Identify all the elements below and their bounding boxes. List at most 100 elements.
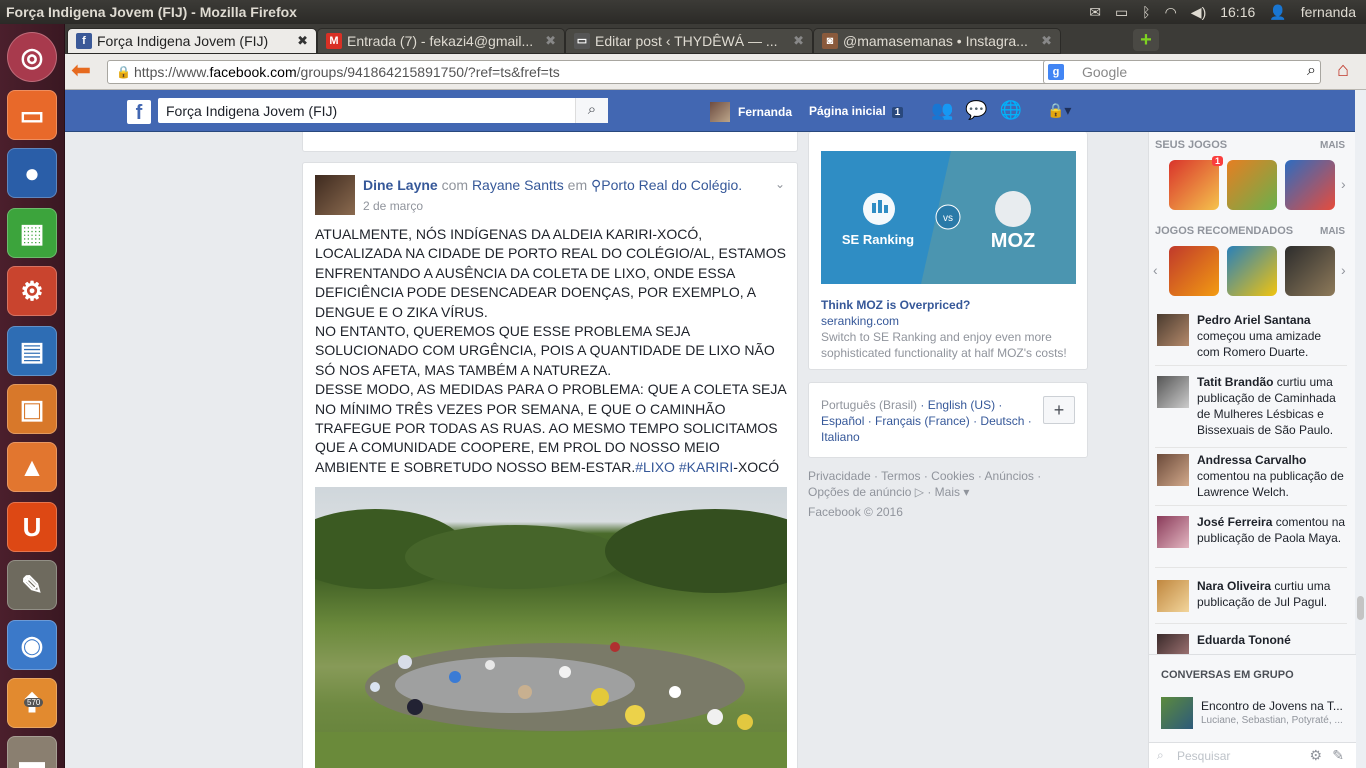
recommended-game-icon[interactable] — [1169, 246, 1219, 296]
chevron-right-icon[interactable]: › — [1341, 262, 1346, 278]
url-bar[interactable]: 🔒 https://www. facebook.com/groups/941864… — [107, 60, 1097, 84]
navigation-bar: ⬅ 🔒 https://www. facebook.com/groups/9418… — [65, 54, 1366, 90]
tagged-user-link[interactable]: Rayane Santts — [472, 177, 564, 193]
chromium-icon[interactable]: ◉ — [7, 620, 57, 670]
ticker-item[interactable]: Tatit Brandão curtiu uma publicação de C… — [1155, 374, 1347, 448]
recommended-game-icon[interactable] — [1285, 246, 1335, 296]
firefox-icon[interactable]: ● — [7, 148, 57, 198]
ticker-item[interactable]: Eduarda Tononé — [1155, 632, 1347, 654]
bluetooth-icon[interactable]: ᛒ — [1142, 4, 1150, 20]
recommended-game-icon[interactable] — [1227, 246, 1277, 296]
post-photo[interactable] — [315, 487, 787, 768]
ubuntu-one-icon[interactable]: U — [7, 502, 57, 552]
new-tab-button[interactable]: + — [1133, 29, 1159, 51]
gimp-icon[interactable]: ✎ — [7, 560, 57, 610]
footer-link[interactable]: Privacidade — [808, 469, 871, 483]
footer-link[interactable]: Opções de anúncio — [808, 485, 911, 499]
friend-requests-icon[interactable]: 👥 — [931, 100, 953, 121]
millionaire-city-icon[interactable] — [1285, 160, 1335, 210]
mail-icon[interactable]: ✉ — [1089, 4, 1101, 21]
notifications-globe-icon[interactable]: 🌐 — [1000, 100, 1022, 121]
ticker-item[interactable]: Nara Oliveira curtiu uma publicação de J… — [1155, 578, 1347, 624]
ad-banner-image: SE Ranking vs MOZ — [821, 151, 1076, 284]
group-conversation-name[interactable]: Encontro de Jovens na T... — [1201, 699, 1347, 713]
post-options-chevron-icon[interactable]: ⌄ — [775, 177, 785, 191]
search-bar[interactable]: g Google ⌕ — [1043, 60, 1321, 84]
clock[interactable]: 16:16 — [1220, 4, 1255, 20]
ad-title[interactable]: Think MOZ is Overpriced? — [821, 298, 970, 312]
gear-icon[interactable]: ⚙ — [1309, 747, 1322, 764]
facebook-logo-icon[interactable]: f — [127, 100, 151, 124]
ubuntu-dash-icon[interactable]: ◎ — [7, 32, 57, 82]
system-tray: ✉ ▭ ᛒ ◠ ◀) 16:16 👤 fernanda — [1089, 0, 1356, 24]
libreoffice-calc-icon[interactable]: ▦ — [7, 208, 57, 258]
candy-crush-icon[interactable]: 1 — [1169, 156, 1223, 210]
tab-instagram[interactable]: ◙ @mamasemanas • Instagra... ✖ — [813, 28, 1061, 54]
post-date[interactable]: 2 de março — [363, 199, 423, 213]
chevron-left-icon[interactable]: ‹ — [1153, 262, 1158, 278]
ticker-rest: comentou na publicação de Lawrence Welch… — [1197, 469, 1344, 499]
back-arrow-icon[interactable]: ⬅ — [71, 59, 97, 84]
tab-gmail[interactable]: M Entrada (7) - fekazi4@gmail... ✖ — [317, 28, 565, 54]
location-pin-icon: ⚲ — [591, 177, 602, 193]
profile-link[interactable]: Fernanda — [710, 102, 792, 122]
close-tab-icon[interactable]: ✖ — [545, 33, 556, 49]
home-icon[interactable]: ⌂ — [1337, 59, 1361, 83]
hashtag-link[interactable]: #KARIRI — [679, 459, 733, 475]
messages-icon[interactable]: 💬 — [965, 100, 987, 121]
sponsored-ad[interactable]: SE Ranking vs MOZ Think MOZ is Overprice… — [808, 132, 1088, 370]
copyright: Facebook © 2016 — [808, 505, 903, 519]
privacy-shortcuts-icon[interactable]: 🔒▾ — [1047, 102, 1071, 119]
language-link[interactable]: English (US) — [928, 398, 995, 412]
libreoffice-impress-icon[interactable]: ▣ — [7, 384, 57, 434]
wifi-icon[interactable]: ◠ — [1165, 4, 1177, 21]
language-link[interactable]: Français (France) — [875, 414, 970, 428]
group-avatar[interactable] — [1161, 697, 1193, 729]
tab-wordpress[interactable]: ▭ Editar post ‹ THYDÊWÁ — ... ✖ — [565, 28, 813, 54]
trash-icon[interactable]: ▬ — [7, 736, 57, 768]
chevron-right-icon[interactable]: › — [1341, 176, 1346, 192]
facebook-search-input[interactable]: Força Indigena Jovem (FIJ) — [158, 98, 608, 123]
hashtag-link[interactable]: #LIXO — [635, 459, 675, 475]
volume-icon[interactable]: ◀) — [1191, 4, 1206, 21]
footer-link[interactable]: Termos — [881, 469, 920, 483]
tab-facebook[interactable]: f Força Indigena Jovem (FIJ) ✖ — [67, 28, 317, 54]
user-name[interactable]: fernanda — [1301, 4, 1356, 20]
search-icon[interactable]: ⌕ — [575, 98, 608, 123]
my-games-more-link[interactable]: MAIS — [1320, 140, 1345, 151]
more-languages-button[interactable]: + — [1043, 396, 1075, 424]
avatar — [1157, 314, 1189, 346]
footer-link[interactable]: Anúncios — [985, 469, 1034, 483]
lock-icon[interactable]: 🔒 — [116, 65, 131, 79]
ad-banner[interactable]: SE Ranking vs MOZ — [821, 151, 1076, 284]
home-link[interactable]: Página inicial 1 — [809, 104, 904, 118]
search-icon[interactable]: ⌕ — [1307, 62, 1316, 80]
ticker-item[interactable]: Andressa Carvalho comentou na publicação… — [1155, 452, 1347, 506]
footer-link[interactable]: Mais — [935, 485, 960, 499]
page-scrollbar[interactable] — [1355, 90, 1366, 768]
post-author-link[interactable]: Dine Layne — [363, 177, 438, 193]
chat-search-input[interactable]: ⌕ Pesquisar ⚙ ✎ — [1149, 742, 1356, 768]
libreoffice-writer-icon[interactable]: ▤ — [7, 326, 57, 376]
battery-icon[interactable]: ▭ — [1115, 4, 1128, 21]
close-tab-icon[interactable]: ✖ — [1041, 33, 1052, 49]
compose-icon[interactable]: ✎ — [1332, 747, 1344, 764]
language-link[interactable]: Español — [821, 414, 864, 428]
recommended-more-link[interactable]: MAIS — [1320, 226, 1345, 237]
scrollbar-thumb[interactable] — [1357, 596, 1364, 620]
google-icon[interactable]: g — [1048, 64, 1064, 80]
ticker-item[interactable]: José Ferreira comentou na publicação de … — [1155, 514, 1347, 568]
ticker-item[interactable]: Pedro Ariel Santana começou uma amizade … — [1155, 312, 1347, 366]
monster-game-icon[interactable] — [1227, 160, 1277, 210]
files-icon[interactable]: ▭ — [7, 90, 57, 140]
language-link[interactable]: Italiano — [821, 430, 860, 444]
system-settings-icon[interactable]: ⚙ — [7, 266, 57, 316]
footer-link[interactable]: Cookies — [931, 469, 974, 483]
close-tab-icon[interactable]: ✖ — [793, 33, 804, 49]
ad-site[interactable]: seranking.com — [821, 314, 899, 328]
close-tab-icon[interactable]: ✖ — [297, 33, 308, 49]
location-link[interactable]: Porto Real do Colégio. — [601, 177, 742, 193]
software-center-icon[interactable]: ▲ — [7, 442, 57, 492]
post-author-avatar[interactable] — [315, 175, 355, 215]
language-link[interactable]: Deutsch — [980, 414, 1024, 428]
